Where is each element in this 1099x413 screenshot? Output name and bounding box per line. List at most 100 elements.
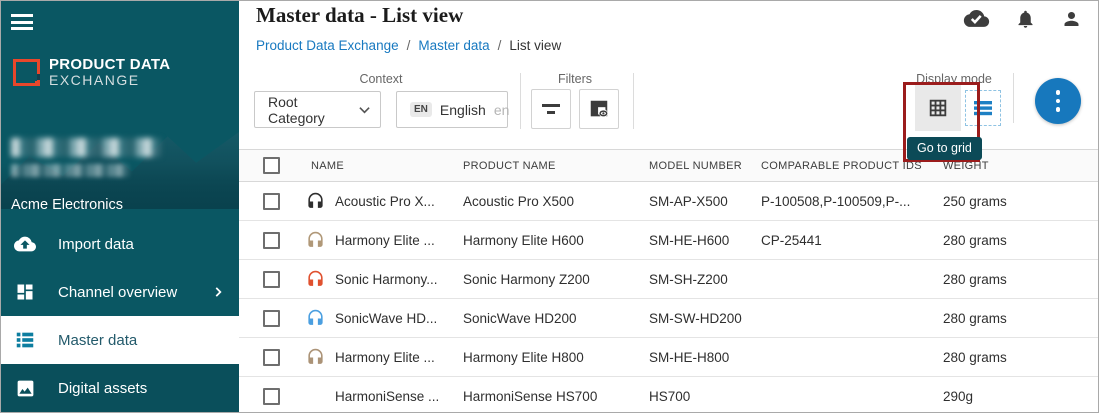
user-name-redacted	[11, 138, 161, 157]
breadcrumb-separator: /	[407, 38, 411, 53]
cell-product-name: Sonic Harmony Z200	[463, 272, 649, 287]
image-icon	[14, 377, 36, 399]
product-thumbnail-headphones	[305, 347, 325, 367]
cell-name: Harmony Elite ...	[335, 350, 463, 365]
category-dropdown-value: Root Category	[268, 94, 351, 126]
list-icon	[971, 96, 995, 120]
product-table: NAME PRODUCT NAME MODEL NUMBER COMPARABL…	[239, 149, 1098, 413]
row-checkbox[interactable]	[263, 271, 280, 288]
sidebar-item-digital-assets[interactable]: Digital assets	[1, 364, 239, 412]
ellipsis-dot	[1056, 107, 1061, 112]
main-content: Master data - List view Product Data Exc…	[239, 1, 1098, 412]
logo-line2: EXCHANGE	[49, 73, 170, 88]
table-row[interactable]: Harmony Elite ... Harmony Elite H800 SM-…	[239, 338, 1098, 377]
column-header-comparable-ids[interactable]: COMPARABLE PRODUCT IDS	[761, 160, 943, 172]
cell-name: Sonic Harmony...	[335, 272, 463, 287]
sidebar-menu: Import data Channel overview Master data	[1, 209, 239, 412]
logo-square-icon	[13, 59, 40, 86]
page-title: Master data - List view	[256, 3, 463, 28]
topbar-icons	[963, 8, 1082, 30]
cell-name: HarmoniSense ...	[335, 389, 463, 404]
table-row[interactable]: HarmoniSense ... HarmoniSense HS700 HS70…	[239, 377, 1098, 413]
dashboard-icon	[14, 281, 36, 303]
ellipsis-dot	[1056, 99, 1061, 104]
cell-weight: 250 grams	[943, 194, 1098, 209]
user-profile-icon[interactable]	[1061, 8, 1082, 30]
toolbar-divider	[1013, 73, 1014, 123]
product-thumbnail-headphones	[305, 191, 325, 211]
cell-model-number: SM-HE-H800	[649, 350, 761, 365]
table-row[interactable]: Sonic Harmony... Sonic Harmony Z200 SM-S…	[239, 260, 1098, 299]
row-checkbox[interactable]	[263, 310, 280, 327]
column-visibility-button[interactable]	[579, 89, 619, 129]
filters-label: Filters	[531, 72, 619, 86]
go-to-grid-tooltip: Go to grid	[907, 137, 982, 160]
filter-lines-icon	[542, 103, 560, 115]
cell-weight: 280 grams	[943, 233, 1098, 248]
cell-product-name: Acoustic Pro X500	[463, 194, 649, 209]
grid-icon	[927, 97, 949, 119]
user-email-redacted	[11, 164, 129, 177]
row-checkbox[interactable]	[263, 193, 280, 210]
language-badge: EN	[410, 102, 432, 117]
cell-product-name: Harmony Elite H800	[463, 350, 649, 365]
more-actions-fab[interactable]	[1035, 78, 1081, 124]
cell-name: Acoustic Pro X...	[335, 194, 463, 209]
cell-model-number: SM-HE-H600	[649, 233, 761, 248]
sidebar-item-label: Digital assets	[58, 380, 225, 397]
row-checkbox[interactable]	[263, 349, 280, 366]
language-value: English	[440, 102, 486, 118]
chevron-right-icon	[211, 285, 225, 299]
category-dropdown[interactable]: Root Category	[254, 91, 381, 128]
cell-name: SonicWave HD...	[335, 311, 463, 326]
cell-product-name: SonicWave HD200	[463, 311, 649, 326]
app-logo: PRODUCT DATA EXCHANGE	[13, 57, 170, 87]
hamburger-menu-icon[interactable]	[11, 14, 33, 30]
sidebar-item-import-data[interactable]: Import data	[1, 220, 239, 268]
app-window: PRODUCT DATA EXCHANGE Acme Electronics I…	[0, 0, 1099, 413]
column-header-model-number[interactable]: MODEL NUMBER	[649, 160, 761, 172]
cell-product-name: HarmoniSense HS700	[463, 389, 649, 404]
column-header-weight[interactable]: WEIGHT	[943, 160, 1098, 172]
sidebar-item-label: Channel overview	[58, 284, 189, 301]
toolbar-divider	[520, 73, 521, 129]
grid-view-button[interactable]	[915, 85, 961, 131]
column-header-product-name[interactable]: PRODUCT NAME	[463, 160, 649, 172]
cell-name: Harmony Elite ...	[335, 233, 463, 248]
column-header-name[interactable]: NAME	[305, 160, 463, 172]
cell-weight: 280 grams	[943, 272, 1098, 287]
breadcrumb: Product Data Exchange / Master data / Li…	[256, 38, 561, 53]
breadcrumb-current: List view	[509, 38, 561, 53]
sidebar-item-channel-overview[interactable]: Channel overview	[1, 268, 239, 316]
context-label: Context	[254, 72, 508, 86]
table-row[interactable]: Acoustic Pro X... Acoustic Pro X500 SM-A…	[239, 182, 1098, 221]
breadcrumb-separator: /	[498, 38, 502, 53]
list-view-button-active[interactable]	[964, 89, 1002, 127]
company-name: Acme Electronics	[11, 197, 123, 209]
table-eye-icon	[588, 98, 610, 120]
sidebar: PRODUCT DATA EXCHANGE Acme Electronics I…	[1, 1, 239, 412]
table-row[interactable]: Harmony Elite ... Harmony Elite H600 SM-…	[239, 221, 1098, 260]
notifications-bell-icon[interactable]	[1015, 8, 1036, 30]
cloud-upload-icon	[14, 233, 36, 255]
product-thumbnail-headphones	[305, 230, 325, 250]
sidebar-item-master-data[interactable]: Master data	[1, 316, 239, 364]
cell-model-number: SM-SW-HD200	[649, 311, 761, 326]
sidebar-item-label: Master data	[58, 332, 225, 349]
select-all-checkbox[interactable]	[263, 157, 280, 174]
filter-button[interactable]	[531, 89, 571, 129]
table-row[interactable]: SonicWave HD... SonicWave HD200 SM-SW-HD…	[239, 299, 1098, 338]
cell-weight: 290g	[943, 389, 1098, 404]
cell-comparable-ids: CP-25441	[761, 233, 943, 248]
cell-weight: 280 grams	[943, 350, 1098, 365]
cell-model-number: SM-SH-Z200	[649, 272, 761, 287]
cell-weight: 280 grams	[943, 311, 1098, 326]
row-checkbox[interactable]	[263, 232, 280, 249]
display-mode-label: Display mode	[902, 72, 1006, 86]
cloud-sync-icon[interactable]	[963, 9, 990, 29]
breadcrumb-link-master-data[interactable]: Master data	[418, 38, 489, 53]
breadcrumb-link-product-data-exchange[interactable]: Product Data Exchange	[256, 38, 399, 53]
cell-model-number: HS700	[649, 389, 761, 404]
row-checkbox[interactable]	[263, 388, 280, 405]
language-dropdown[interactable]: EN English en	[396, 91, 508, 128]
